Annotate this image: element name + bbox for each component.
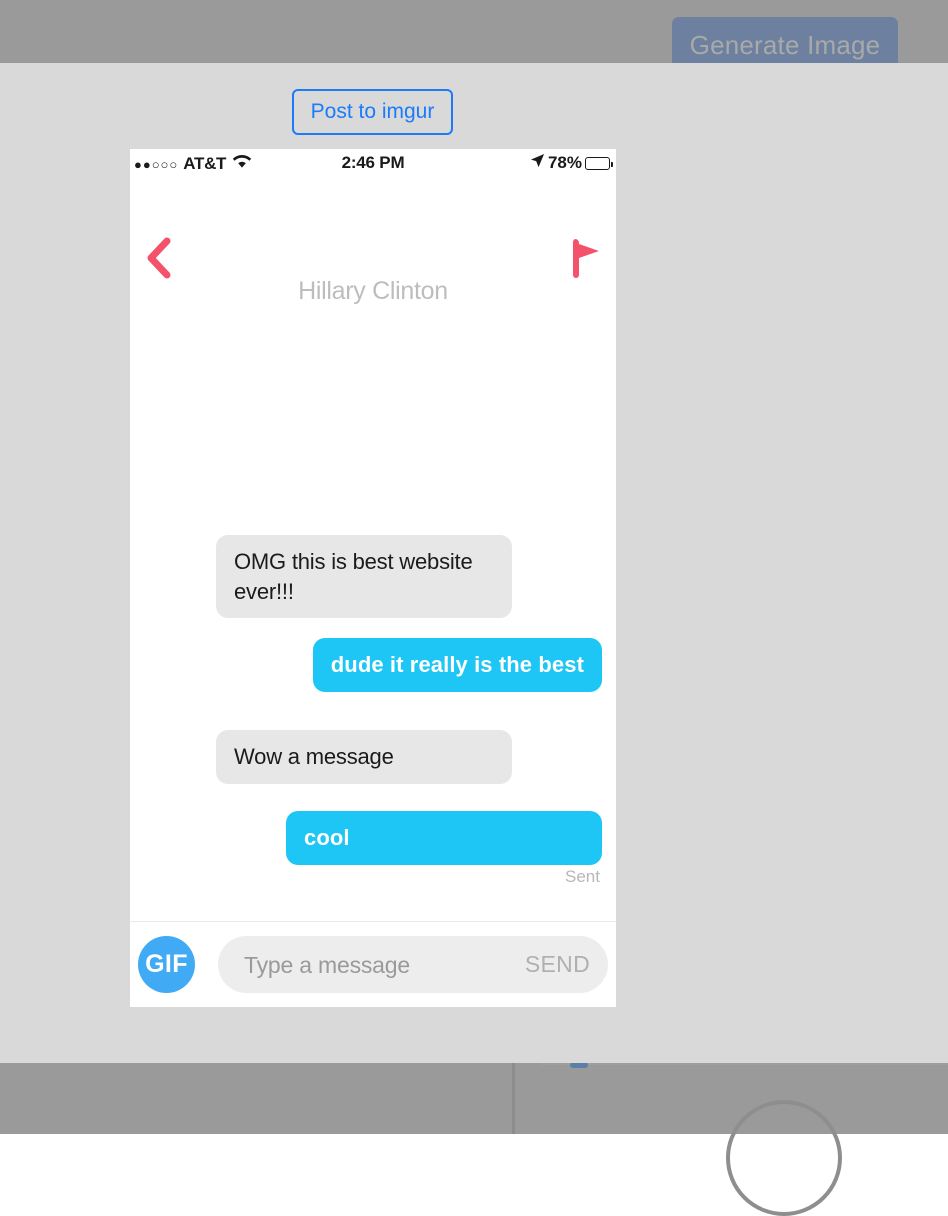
background-circle-shape bbox=[726, 1100, 842, 1216]
message-row-incoming-1: OMG this is best website ever!!! bbox=[144, 535, 512, 619]
contact-avatar bbox=[342, 205, 404, 267]
battery-icon bbox=[585, 156, 613, 170]
message-input[interactable] bbox=[242, 936, 516, 995]
message-avatar bbox=[144, 730, 204, 790]
ios-status-bar: ●●○○○ AT&T 2:46 PM 78% bbox=[130, 149, 616, 179]
message-bubble: dude it really is the best bbox=[312, 638, 602, 692]
background-divider bbox=[512, 1063, 515, 1134]
message-list: OMG this is best website ever!!! dude it… bbox=[130, 281, 616, 951]
location-arrow-icon bbox=[530, 153, 545, 173]
message-bubble: OMG this is best website ever!!! bbox=[216, 535, 512, 619]
message-row-outgoing-2: cool bbox=[286, 811, 602, 865]
message-input-pill: SEND bbox=[218, 936, 608, 995]
message-row-outgoing-1: dude it really is the best bbox=[312, 638, 602, 692]
gif-button[interactable]: GIF bbox=[138, 936, 195, 993]
phone-screenshot-preview: ●●○○○ AT&T 2:46 PM 78% Hillary Clinton O… bbox=[130, 149, 616, 1007]
background-panel-edge bbox=[540, 1063, 948, 1089]
status-bar-right: 78% bbox=[530, 153, 613, 173]
send-button[interactable]: SEND bbox=[525, 936, 590, 993]
battery-percent-label: 78% bbox=[547, 153, 582, 172]
post-to-imgur-button[interactable]: Post to imgur bbox=[292, 89, 453, 135]
message-status-label: Sent bbox=[565, 867, 600, 886]
message-bubble: cool bbox=[286, 811, 602, 865]
conversation-header: Hillary Clinton bbox=[130, 179, 616, 305]
message-composer: GIF SEND bbox=[130, 921, 616, 1007]
message-row-incoming-2: Wow a message bbox=[144, 730, 512, 790]
message-avatar bbox=[144, 535, 204, 595]
message-bubble: Wow a message bbox=[216, 730, 512, 784]
